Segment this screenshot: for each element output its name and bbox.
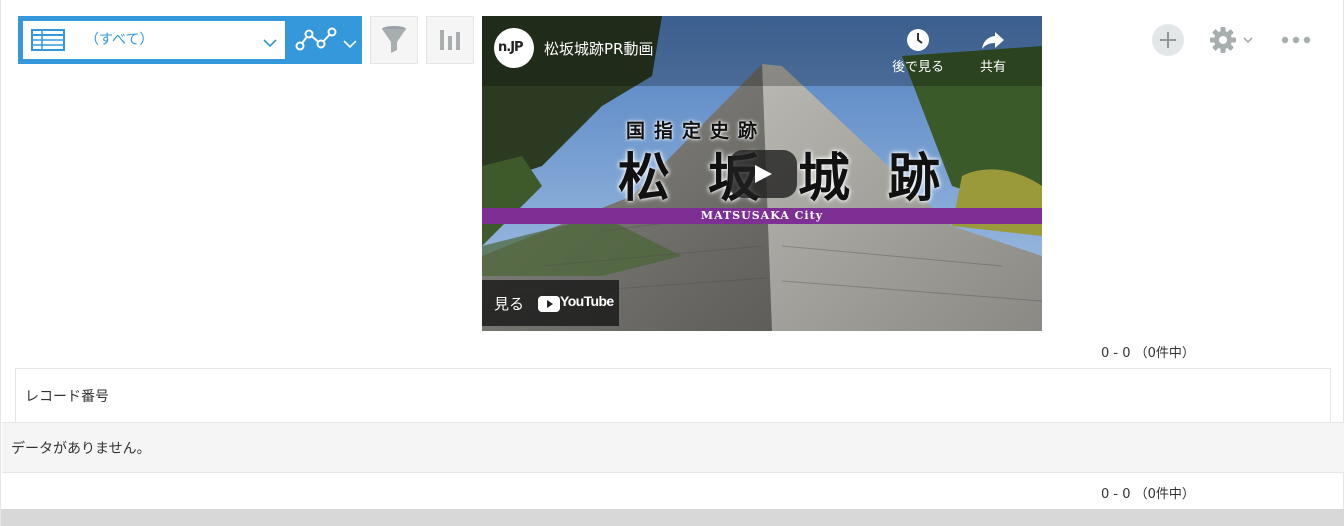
share-icon — [982, 32, 1004, 49]
clock-icon — [907, 29, 929, 51]
view-selector: （すべて） — [18, 16, 362, 64]
empty-message: データがありません。 — [11, 441, 151, 457]
graph-icon — [295, 26, 337, 58]
channel-badge-text: n.JP — [498, 40, 524, 55]
chevron-down-icon — [263, 33, 277, 52]
pager-range: 0 - 0 — [1101, 346, 1131, 361]
filter-button[interactable] — [370, 16, 418, 64]
view-dropdown[interactable]: （すべて） — [23, 21, 285, 59]
city-band: MATSUSAKA City — [482, 208, 1042, 224]
pager-range: 0 - 0 — [1101, 487, 1131, 502]
channel-avatar[interactable]: n.JP — [494, 28, 534, 68]
share-label: 共有 — [980, 60, 1007, 75]
play-button[interactable] — [729, 150, 797, 198]
empty-table-row: データがありません。 — [2, 422, 1344, 473]
pager-bottom: 0 - 0 （0件中） — [1101, 483, 1231, 502]
city-band-text: MATSUSAKA City — [700, 209, 824, 222]
watch-label: 見る — [494, 295, 525, 313]
view-name: （すべて） — [85, 32, 154, 48]
bar-chart-icon — [440, 30, 460, 50]
pager-total: （0件中） — [1134, 346, 1195, 361]
video-title[interactable]: 松坂城跡PR動画 — [544, 38, 653, 59]
bottom-bar — [1, 509, 1344, 526]
watch-later-label: 後で見る — [892, 60, 945, 75]
pager-total: （0件中） — [1134, 487, 1195, 502]
column-header-record-number[interactable]: レコード番号 — [25, 386, 109, 406]
youtube-logo-icon — [538, 296, 560, 316]
share-button[interactable]: 共有 — [980, 28, 1006, 75]
watch-later-button[interactable]: 後で見る — [892, 28, 944, 75]
filter-icon — [382, 26, 406, 53]
overlay-title: 松坂城跡 — [618, 148, 979, 209]
graph-menu-button[interactable] — [285, 16, 362, 64]
play-icon — [755, 165, 772, 183]
more-options-button[interactable] — [1279, 24, 1313, 56]
chevron-down-icon — [343, 34, 357, 53]
app-settings-button[interactable] — [1207, 24, 1257, 56]
app-frame: （すべて） n.JP 松坂城跡PR動画 後で見る 共有 国指定史跡 松坂城跡 M… — [0, 0, 1344, 526]
embedded-video[interactable]: n.JP 松坂城跡PR動画 後で見る 共有 国指定史跡 松坂城跡 MATSUSA… — [482, 16, 1042, 331]
add-record-button[interactable] — [1152, 24, 1184, 56]
record-table-header: レコード番号 — [15, 368, 1331, 422]
plus-icon — [1160, 32, 1176, 48]
table-icon — [31, 29, 65, 55]
more-dots-icon — [1281, 36, 1311, 44]
youtube-wordmark: YouTube — [560, 293, 614, 309]
watch-on-youtube-button[interactable]: 見る YouTube — [482, 280, 619, 326]
pager-top: 0 - 0 （0件中） — [1101, 342, 1231, 361]
gear-icon — [1210, 27, 1253, 53]
chart-button[interactable] — [426, 16, 474, 64]
